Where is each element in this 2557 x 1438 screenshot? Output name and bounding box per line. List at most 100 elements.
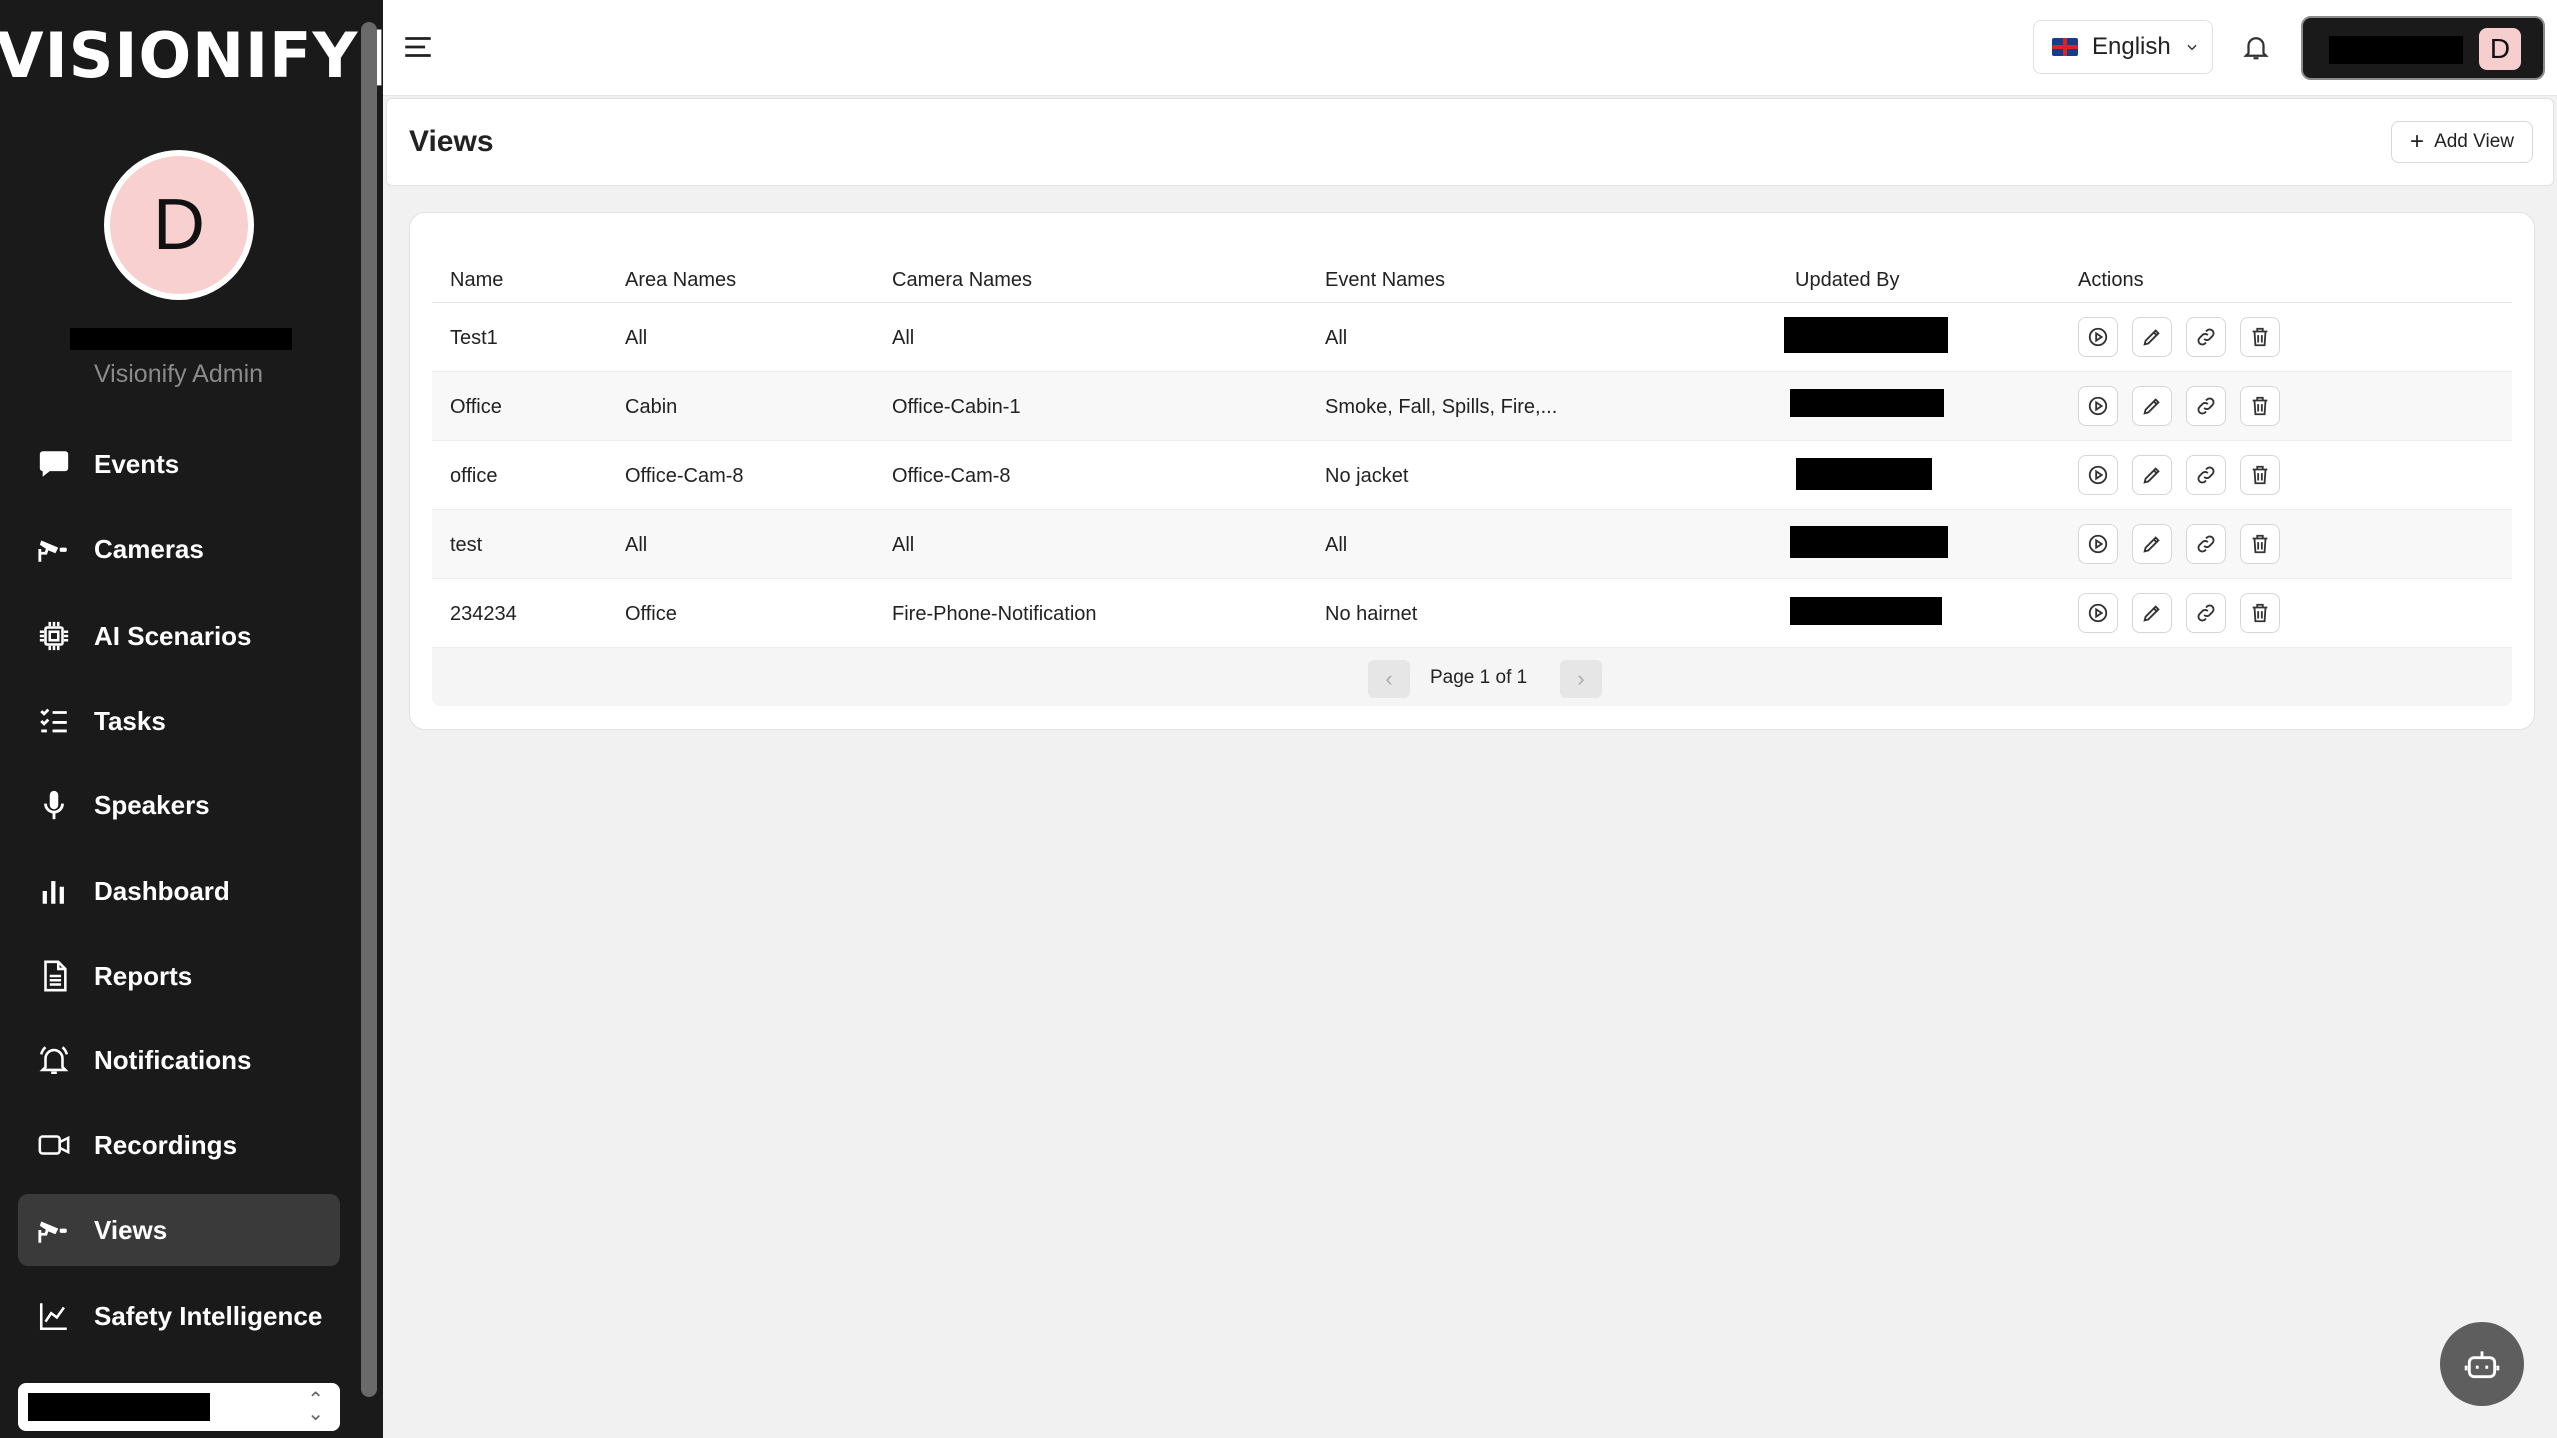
top-bar: English D [383,0,2557,96]
link-icon [2197,466,2215,484]
document-icon [36,958,72,994]
next-page-button[interactable]: › [1560,660,1602,698]
play-button[interactable] [2078,524,2118,564]
play-icon [2088,465,2108,485]
row-actions [2078,524,2294,564]
column-header-updated-by: Updated By [1795,269,1900,291]
pencil-icon [2143,605,2160,622]
sidebar-item-label: Speakers [94,789,210,820]
link-button[interactable] [2186,593,2226,633]
sidebar-item-label: Views [94,1214,168,1245]
organization-select[interactable]: ⌃ ⌄ [18,1383,340,1431]
organization-name-redacted [28,1393,210,1421]
sidebar-item-cameras[interactable]: Cameras [18,513,340,585]
sidebar-item-views[interactable]: Views [18,1194,340,1266]
link-button[interactable] [2186,455,2226,495]
edit-button[interactable] [2132,455,2172,495]
play-icon [2088,327,2108,347]
prev-page-button[interactable]: ‹ [1368,660,1410,698]
language-select[interactable]: English [2033,20,2213,74]
pagination: ‹ Page 1 of 1 › [432,648,2512,706]
sidebar-item-tasks[interactable]: Tasks [18,685,340,757]
cell-event: All [1325,327,1348,349]
table-row[interactable]: Office Cabin Office-Cabin-1 Smoke, Fall,… [432,372,2512,441]
play-button[interactable] [2078,317,2118,357]
visionify-logo: [VISIONIFY] [0,18,388,92]
cell-name: 234234 [450,603,517,625]
sidebar-scrollbar[interactable] [361,22,377,1397]
play-button[interactable] [2078,593,2118,633]
sidebar-item-label: Reports [94,960,193,991]
play-icon [2088,534,2108,554]
delete-button[interactable] [2240,593,2280,633]
pencil-icon [2143,536,2160,553]
play-button[interactable] [2078,386,2118,426]
cell-camera: Office-Cabin-1 [892,396,1021,418]
plus-icon: + [2410,128,2425,155]
edit-button[interactable] [2132,524,2172,564]
bar-chart-icon [36,873,72,909]
trash-icon [2252,465,2268,485]
sidebar-item-recordings[interactable]: Recordings [18,1109,340,1181]
delete-button[interactable] [2240,524,2280,564]
sidebar-item-safety-intelligence[interactable]: Safety Intelligence [18,1280,340,1352]
page-title: Views [409,125,494,158]
cell-camera: Office-Cam-8 [892,465,1011,487]
delete-button[interactable] [2240,386,2280,426]
chatbot-button[interactable] [2440,1322,2524,1406]
table-row[interactable]: 234234 Office Fire-Phone-Notification No… [432,579,2512,648]
link-button[interactable] [2186,317,2226,357]
sidebar-item-speakers[interactable]: Speakers [18,769,340,841]
cctv-camera-icon [36,531,72,567]
views-table-card: Name Area Names Camera Names Event Names… [409,212,2535,730]
delete-button[interactable] [2240,455,2280,495]
sidebar-item-ai-scenarios[interactable]: AI Scenarios [18,600,340,672]
edit-button[interactable] [2132,593,2172,633]
add-view-button[interactable]: + Add View [2391,121,2533,163]
sidebar-item-events[interactable]: Events [18,428,340,500]
updated-by-redacted [1790,389,1944,417]
cell-area: All [625,534,648,556]
cell-camera: Fire-Phone-Notification [892,603,1097,625]
link-button[interactable] [2186,386,2226,426]
pencil-icon [2143,467,2160,484]
edit-button[interactable] [2132,386,2172,426]
updated-by-redacted [1790,597,1942,625]
sidebar-item-label: Dashboard [94,875,230,906]
cell-event: Smoke, Fall, Spills, Fire,... [1325,396,1558,418]
chat-bubble-icon [36,446,72,482]
checklist-icon [36,703,72,739]
updated-by-redacted [1784,317,1948,353]
cell-area: Office-Cam-8 [625,465,744,487]
trash-icon [2252,534,2268,554]
edit-button[interactable] [2132,317,2172,357]
sidebar-item-reports[interactable]: Reports [18,940,340,1012]
delete-button[interactable] [2240,317,2280,357]
link-button[interactable] [2186,524,2226,564]
pencil-icon [2143,329,2160,346]
cell-name: Office [450,396,502,418]
row-actions [2078,593,2294,633]
column-header-event-names: Event Names [1325,269,1446,291]
sidebar-item-dashboard[interactable]: Dashboard [18,855,340,927]
table-row[interactable]: test All All All [432,510,2512,579]
table-header: Name Area Names Camera Names Event Names… [432,235,2512,303]
trash-icon [2252,327,2268,347]
bell-icon[interactable] [2241,32,2271,62]
hamburger-menu-icon[interactable] [401,30,435,64]
play-button[interactable] [2078,455,2118,495]
robot-icon [2464,1351,2500,1379]
updown-chevron-icon: ⌃ ⌄ [307,1389,324,1425]
table-row[interactable]: office Office-Cam-8 Office-Cam-8 No jack… [432,441,2512,510]
user-avatar[interactable]: D [104,150,254,300]
bell-ring-icon [36,1042,72,1078]
row-actions [2078,455,2294,495]
table-row[interactable]: Test1 All All All [432,303,2512,372]
link-icon [2197,535,2215,553]
play-icon [2088,603,2108,623]
user-name-redacted [70,328,292,350]
user-menu-button[interactable]: D [2301,16,2545,80]
column-header-name: Name [450,269,504,291]
column-header-area-names: Area Names [625,269,737,291]
sidebar-item-notifications[interactable]: Notifications [18,1024,340,1096]
